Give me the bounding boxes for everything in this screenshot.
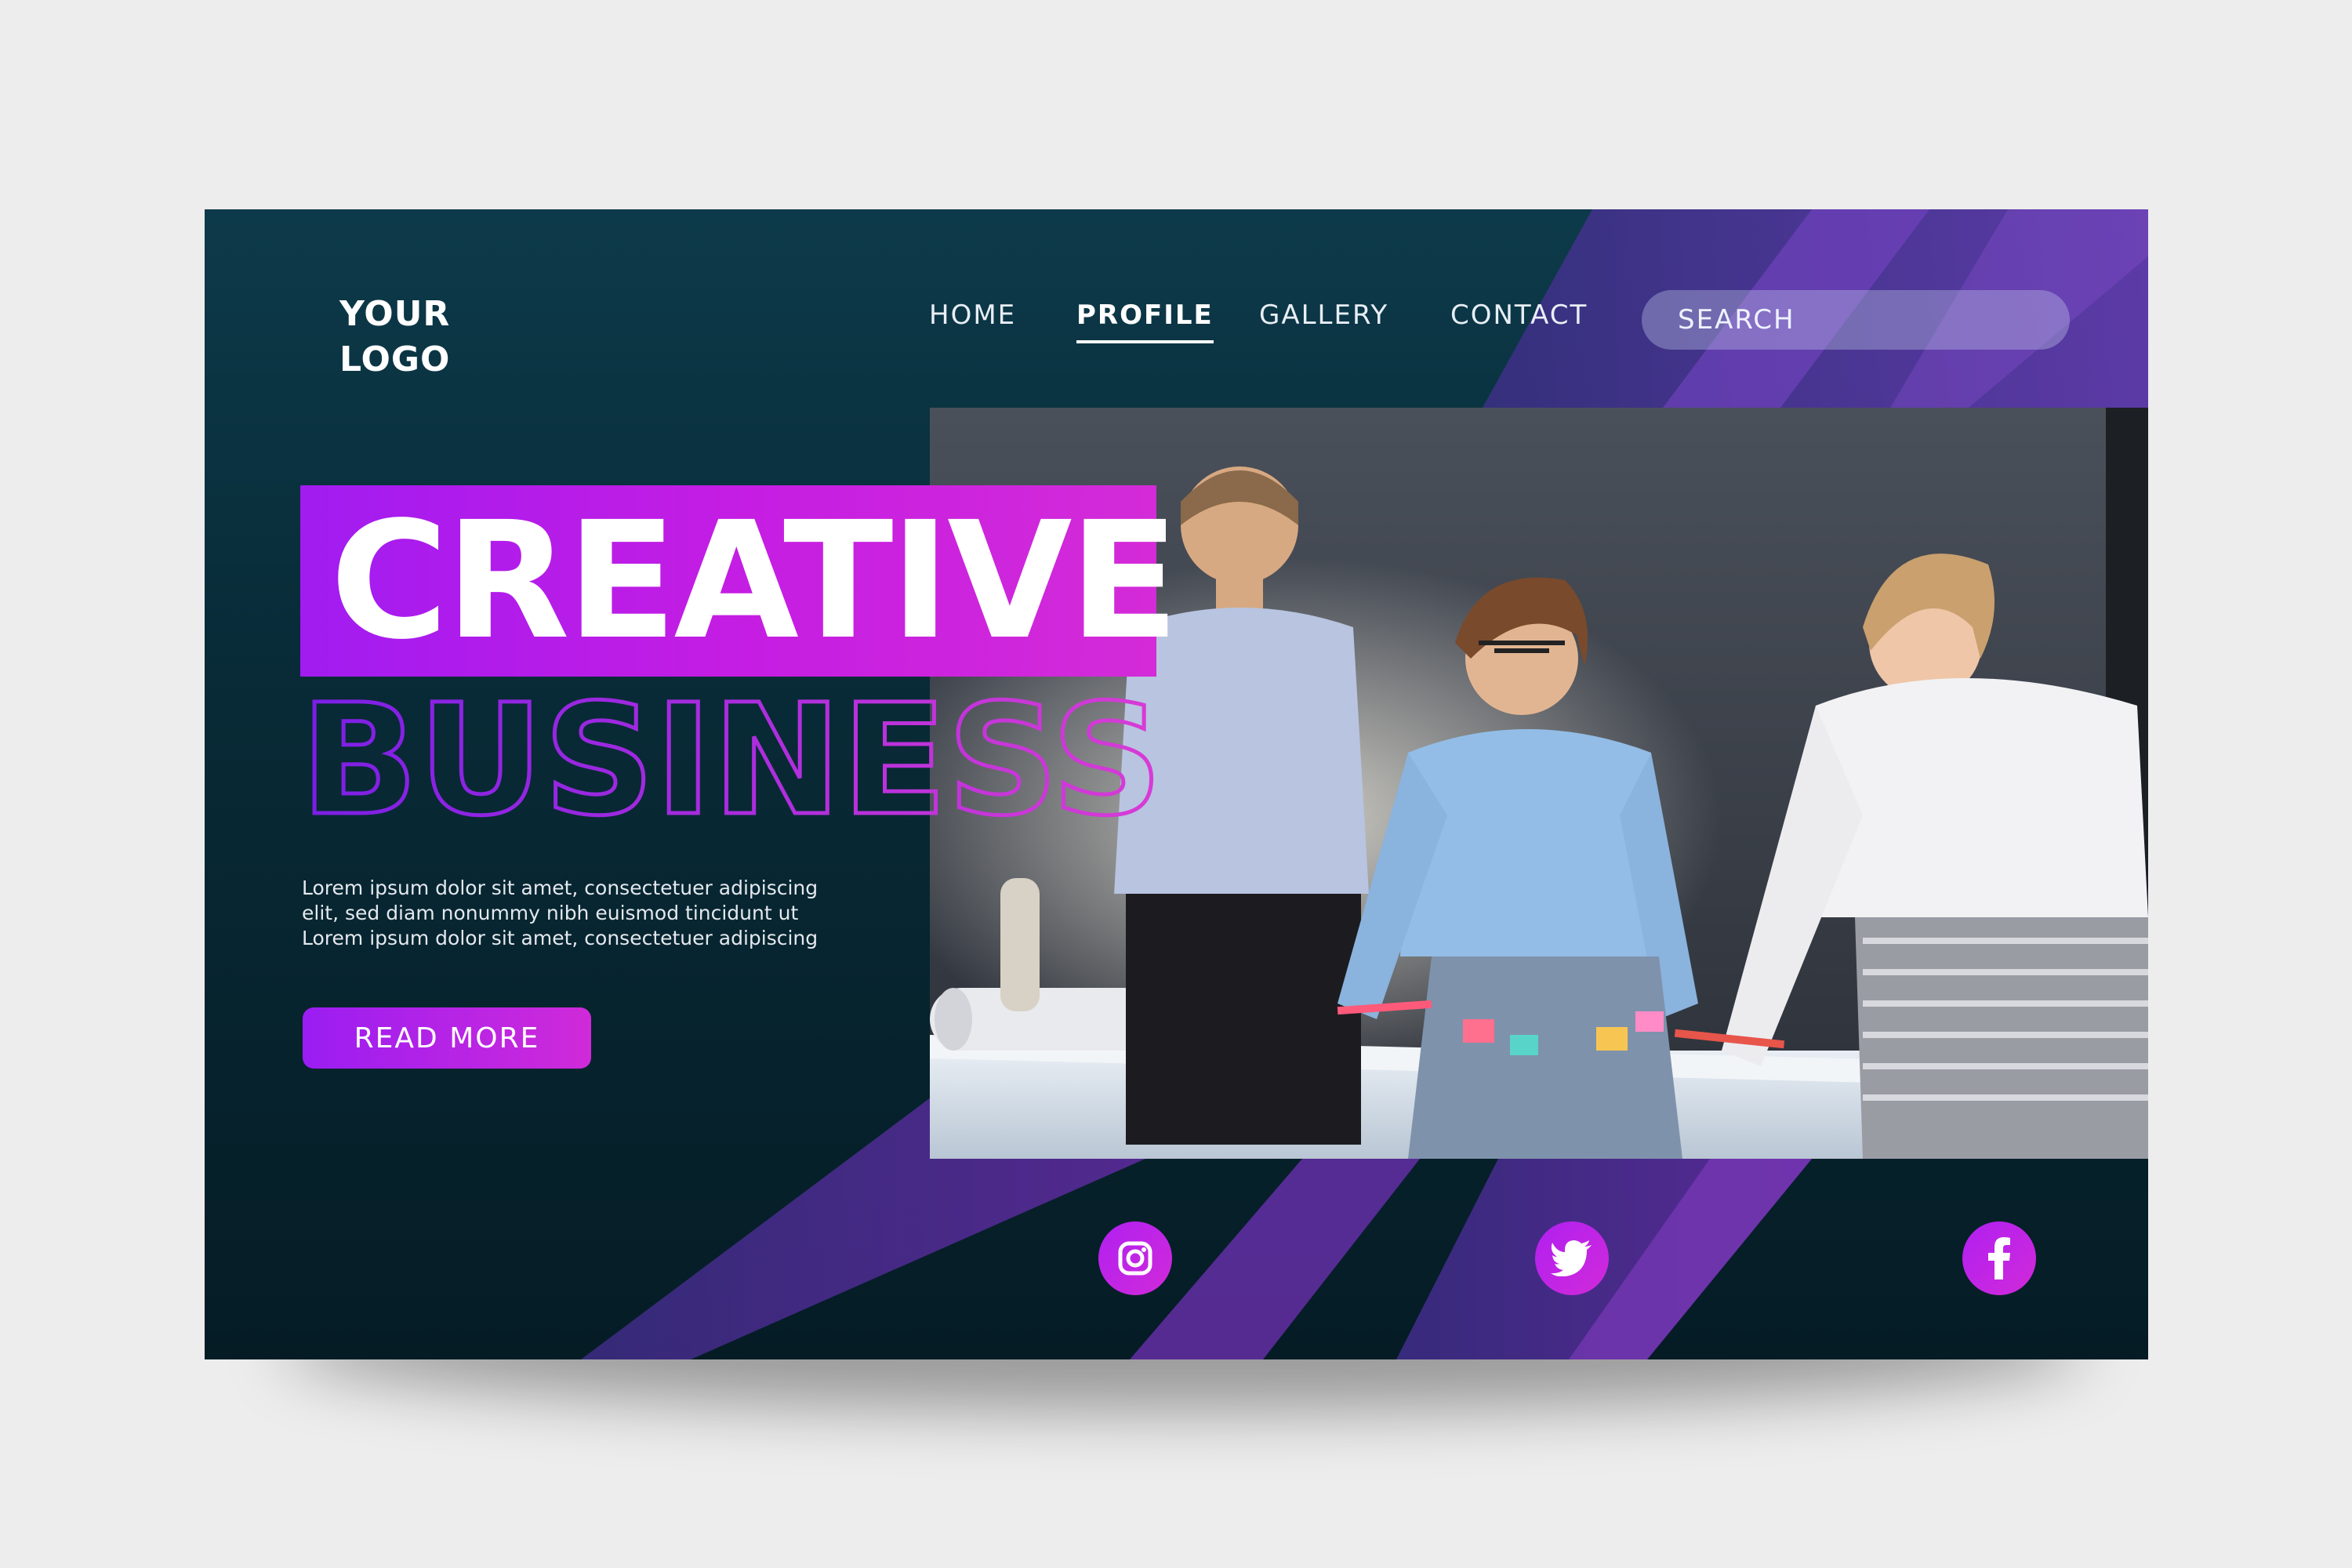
search-input[interactable] bbox=[1642, 290, 2070, 350]
facebook-button[interactable] bbox=[1962, 1221, 2036, 1295]
page: YOUR LOGO HOME PROFILE GALLERY CONTACT S… bbox=[0, 0, 2352, 1568]
read-more-button[interactable]: READ MORE bbox=[303, 1007, 591, 1069]
nav-contact[interactable]: CONTACT bbox=[1450, 299, 1588, 331]
headline-business: BUSINESS bbox=[300, 671, 1163, 844]
nav-profile-label: PROFILE bbox=[1076, 299, 1214, 331]
active-underline bbox=[1076, 340, 1214, 343]
nav-gallery[interactable]: GALLERY bbox=[1259, 299, 1388, 331]
logo-text[interactable]: YOUR LOGO bbox=[339, 292, 450, 383]
headline-creative: CREATIVE bbox=[330, 487, 1179, 675]
landing-card: YOUR LOGO HOME PROFILE GALLERY CONTACT S… bbox=[205, 209, 2148, 1359]
headline-business-outline: BUSINESS bbox=[300, 670, 1163, 845]
hero-description: Lorem ipsum dolor sit amet, consectetuer… bbox=[302, 877, 818, 949]
nav-profile[interactable]: PROFILE bbox=[1076, 299, 1214, 343]
nav-home[interactable]: HOME bbox=[929, 299, 1016, 331]
instagram-icon bbox=[1118, 1241, 1152, 1276]
twitter-button[interactable] bbox=[1535, 1221, 1609, 1295]
twitter-icon bbox=[1551, 1240, 1592, 1276]
instagram-button[interactable] bbox=[1098, 1221, 1172, 1295]
facebook-icon bbox=[1988, 1237, 2010, 1279]
